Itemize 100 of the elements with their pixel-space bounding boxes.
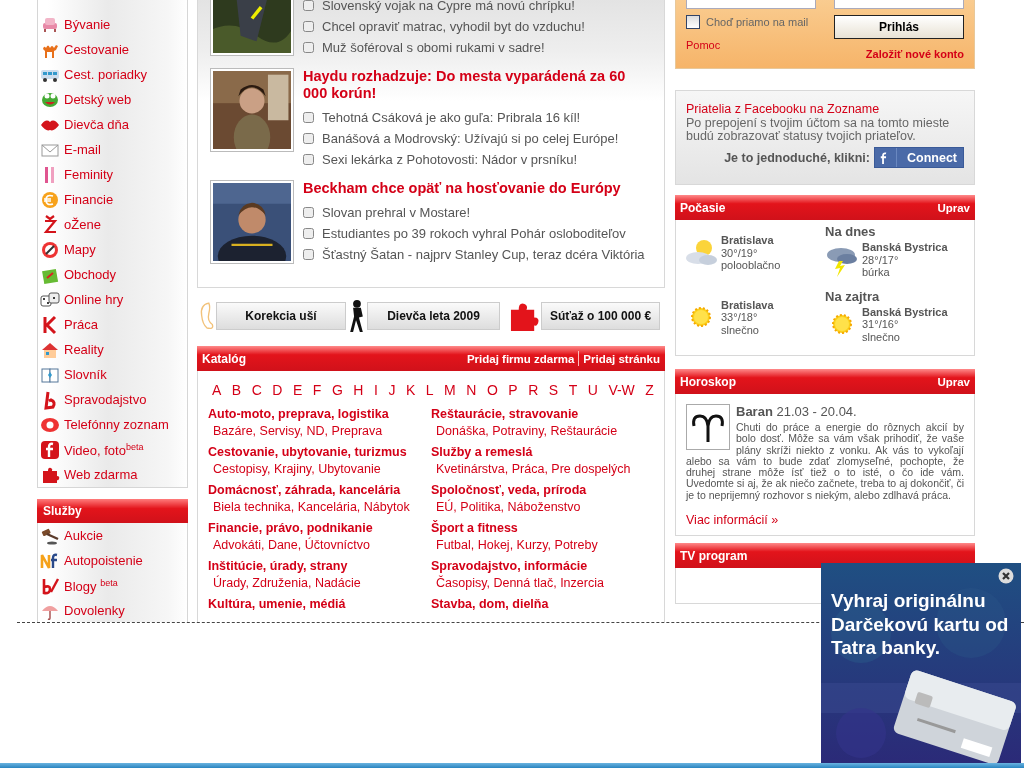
news-link[interactable]: Estudiantes po 39 rokoch vyhral Pohár osloboditeľov [322,226,626,241]
category-link[interactable]: Spoločnosť, veda, príroda [431,482,664,499]
connect-button[interactable]: Connect [874,147,964,168]
ad-banner[interactable]: Vyhraj originálnu Darčekovú kartu od Tatra banky. [821,563,1021,763]
category-link[interactable]: Financie, právo, podnikanie [208,520,431,537]
subcategory-links[interactable]: EÚ, Politika, Náboženstvo [431,499,664,516]
promo-button[interactable]: Dievča leta 2009 [367,302,500,330]
letter-link[interactable]: F [312,382,322,398]
letter-link[interactable]: P [508,382,518,398]
news-link[interactable]: Banášová a Modrovský: Užívajú si po celej Európe! [322,131,619,146]
letter-link[interactable]: C [251,382,262,398]
news-link[interactable]: Sexi lekárka z Pohotovosti: Nádor v prsníku! [322,152,578,167]
sidebar-item[interactable]: Blogy $^{beta}$ [38,573,187,598]
sidebar-item[interactable]: Slovník [38,362,187,387]
subcategory-links[interactable]: Futbal, Hokej, Kurzy, Potreby [431,537,664,554]
panel-title[interactable]: Priatelia z Facebooku na Zozname [686,102,964,116]
city-name: Banská Bystrica [862,241,948,254]
letter-link[interactable]: L [425,382,434,398]
sidebar-item[interactable]: Spravodajstvo [38,387,187,412]
sidebar-item[interactable]: Detský web [38,87,187,112]
sidebar-item[interactable]: Reality [38,337,187,362]
sidebar-item[interactable]: Telefónny zoznam [38,412,187,437]
subcategory-links[interactable]: Advokáti, Dane, Účtovníctvo [208,537,431,554]
checkbox[interactable] [686,15,700,29]
letter-link[interactable]: B [231,382,242,398]
register-link[interactable]: Založiť nové konto [865,48,964,60]
subcategory-links[interactable]: Bazáre, Servisy, ND, Preprava [208,423,431,440]
close-icon[interactable] [998,568,1014,584]
letter-link[interactable]: I [374,382,378,398]
panel-title: Horoskop [680,374,736,389]
category-link[interactable]: Cestovanie, ubytovanie, turizmus [208,444,431,461]
letter-link[interactable]: R [528,382,539,398]
sidebar-item[interactable]: Dovolenky [38,598,187,622]
category-link[interactable]: Inštitúcie, úrady, strany [208,558,431,575]
letter-link[interactable]: V-W [608,382,635,398]
sidebar-item[interactable]: Cest. poriadky [38,62,187,87]
promo-button[interactable]: Korekcia uší [216,302,346,330]
news-link[interactable]: Chcel opraviť matrac, vyhodil byt do vzduchu! [322,19,585,34]
news-link[interactable]: Muž šoféroval s obomi rukami v sadre! [322,40,545,55]
sidebar-item[interactable]: Mapy [38,237,187,262]
letter-link[interactable]: J [388,382,396,398]
category-link[interactable]: Šport a fitness [431,520,664,537]
sidebar-item[interactable]: Online hry [38,287,187,312]
letter-link[interactable]: S [548,382,559,398]
subcategory-links[interactable]: Cestopisy, Krajiny, Ubytovanie [208,461,431,478]
promo-button[interactable]: Súťaž o 100 000 € [541,302,660,330]
sidebar-item[interactable]: Web zdarma [38,462,187,487]
header-link[interactable]: Pridaj stránku [583,352,660,365]
letter-link[interactable]: G [331,382,343,398]
subcategory-links[interactable]: Kvetinárstva, Práca, Pre dospelých [431,461,664,478]
letter-link[interactable]: E [293,382,303,398]
subcategory-links[interactable]: Donáška, Potraviny, Reštaurácie [431,423,664,440]
help-link[interactable]: Pomoc [686,39,809,51]
letter-link[interactable]: M [444,382,456,398]
letter-link[interactable]: Z [645,382,654,398]
sidebar-item[interactable]: oŽene [38,212,187,237]
sidebar-item[interactable]: Financie [38,187,187,212]
edit-link[interactable]: Uprav [937,201,970,214]
letter-link[interactable]: N [466,382,477,398]
bullet-icon [303,0,314,11]
sidebar-item[interactable]: Bývanie [38,12,187,37]
letter-link[interactable]: U [587,382,598,398]
category-link[interactable]: Kultúra, umenie, médiá [208,596,431,613]
category-link[interactable]: Stavba, dom, dielňa [431,596,664,613]
category-link[interactable]: Auto-moto, preprava, logistika [208,406,431,423]
sidebar-item[interactable]: Autopoistenie [38,548,187,573]
news-link[interactable]: Tehotná Csáková je ako guľa: Pribrala 16 kíl! [322,110,581,125]
category-link[interactable]: Domácnosť, záhrada, kancelária [208,482,431,499]
news-link[interactable]: Šťastný Šatan - najprv Stanley Cup, teraz dcéra Viktória [322,247,645,262]
sidebar-item[interactable]: Dievča dňa [38,112,187,137]
header-link[interactable]: Pridaj firmu zdarma [466,352,575,365]
login-button[interactable]: Prihlás [834,15,964,39]
letter-link[interactable]: K [405,382,416,398]
letter-link[interactable]: T [568,382,578,398]
edit-link[interactable]: Uprav [937,375,970,388]
prompt-text: Je to jednoduché, klikni: [724,150,870,165]
subcategory-links[interactable]: Biela technika, Kancelária, Nábytok [208,499,431,516]
letter-link[interactable]: D [272,382,283,398]
aries-sign-icon [686,404,730,450]
sidebar-item[interactable]: Práca [38,312,187,337]
category-link[interactable]: Služby a remeslá [431,444,664,461]
sidebar-item[interactable]: Feminity [38,162,187,187]
more-link[interactable]: Viac informácií » [686,513,964,528]
news-link[interactable]: Slovenský vojak na Cypre má novú chrípku! [322,0,575,13]
category-link[interactable]: Reštaurácie, stravovanie [431,406,664,423]
news-link[interactable]: Slovan prehral v Mostare! [322,205,471,220]
letter-link[interactable]: O [486,382,498,398]
bullet-icon [303,154,314,165]
sidebar-item[interactable]: Aukcie [38,523,187,548]
headline-link[interactable]: Beckham chce opäť na hosťovanie do Európy [303,180,645,197]
category-link[interactable]: Spravodajstvo, informácie [431,558,664,575]
subcategory-links[interactable]: Úrady, Združenia, Nadácie [208,575,431,592]
sidebar-item[interactable]: Video, foto$^{beta}$ [38,437,187,462]
letter-link[interactable]: A [212,382,222,398]
sidebar-item[interactable]: Cestovanie [38,37,187,62]
letter-link[interactable]: H [353,382,364,398]
subcategory-links[interactable]: Časopisy, Denná tlač, Inzercia [431,575,664,592]
headline-link[interactable]: Haydu rozhadzuje: Do mesta vyparádená za 60 000 korún! [303,68,652,102]
sidebar-item[interactable]: E-mail [38,137,187,162]
sidebar-item[interactable]: Obchody [38,262,187,287]
